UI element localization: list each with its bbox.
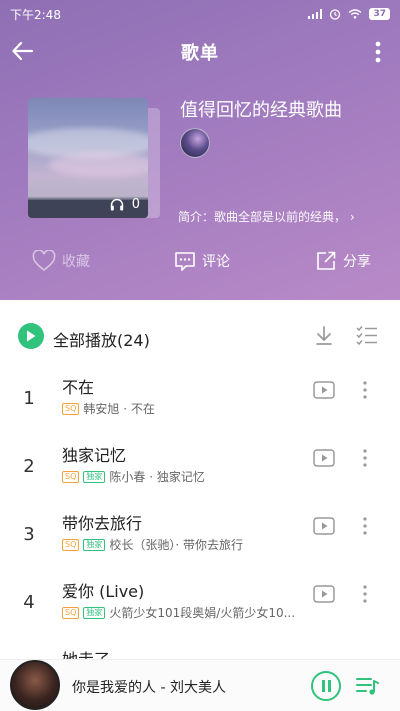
mv-play-icon[interactable] [313,584,335,604]
mv-play-icon[interactable] [313,380,335,400]
status-time: 下午2:48 [10,7,61,22]
song-title: 不在 [62,378,95,397]
share-button[interactable]: 分享 [315,250,371,272]
playlist-cover[interactable]: 0 [28,98,160,220]
playlist-queue-icon[interactable] [355,675,379,697]
mv-play-icon[interactable] [313,448,335,468]
back-arrow-icon [12,41,34,61]
song-index: 3 [23,524,35,545]
song-title: 爱你 (Live) [62,582,145,601]
sq-badge: SQ [62,402,80,415]
favorite-button[interactable]: 收藏 [32,250,90,272]
comment-icon [175,252,195,271]
song-row[interactable]: 3 带你去旅行 SQ 独家 校长（张驰）· 带你去旅行 [0,502,400,570]
action-row: 收藏 评论 分享 [0,250,400,278]
song-title: 独家记忆 [62,446,127,465]
more-vertical-icon[interactable] [358,448,372,468]
now-playing-cover[interactable] [10,660,60,710]
now-playing-title[interactable]: 你是我爱的人 - 刘大美人 [72,677,226,697]
download-icon[interactable] [313,324,335,346]
more-vertical-icon[interactable] [358,516,372,536]
comment-button[interactable]: 评论 [174,250,230,272]
favorite-label: 收藏 [62,254,90,270]
mini-player[interactable]: 你是我爱的人 - 刘大美人 [0,659,400,711]
heart-icon [32,250,56,272]
playlist-intro[interactable]: 简介：歌曲全部是以前的经典， › [178,208,355,225]
song-title: 带你去旅行 [62,514,143,533]
more-vertical-icon [375,41,381,63]
more-options-button[interactable] [368,38,388,66]
chevron-right-icon: › [350,210,355,224]
song-meta: 陈小春 · 独家记忆 [109,470,205,484]
pause-icon [321,680,325,692]
play-icon [27,330,36,342]
wifi-icon [349,9,362,19]
playlist-header: 下午2:48 37 歌单 0 值得回忆的经典歌曲 简介：歌曲全部是以前的经典， … [0,0,400,300]
share-label: 分享 [343,254,371,270]
exclusive-badge: 独家 [83,470,106,483]
headphones-icon [110,198,123,211]
more-vertical-icon[interactable] [358,584,372,604]
mv-play-icon[interactable] [313,516,335,536]
play-count: 0 [110,197,140,212]
song-row[interactable]: 1 不在 SQ 韩安旭 · 不在 [0,366,400,434]
cover-image: 0 [28,98,148,218]
song-list-panel: 全部播放(24) 1 不在 SQ 韩安旭 · 不在 2 独家记忆 SQ 独家 陈… [0,300,400,711]
intro-text: 简介：歌曲全部是以前的经典， [178,210,347,224]
playlist-name: 值得回忆的经典歌曲 [180,100,342,121]
share-icon [317,251,336,270]
song-meta: 火箭少女101段奥娟/火箭少女10... [109,606,296,620]
song-row[interactable]: 2 独家记忆 SQ 独家 陈小春 · 独家记忆 [0,434,400,502]
pause-button[interactable] [311,671,341,701]
song-index: 1 [23,388,35,409]
play-all-button[interactable] [18,323,44,349]
song-meta: 校长（张驰）· 带你去旅行 [109,538,244,552]
comment-label: 评论 [202,254,230,270]
song-row[interactable]: 4 爱你 (Live) SQ 独家 火箭少女101段奥娟/火箭少女10... [0,570,400,638]
exclusive-badge: 独家 [83,606,106,619]
play-all-row: 全部播放(24) [0,300,400,356]
battery-icon: 37 [369,8,390,20]
back-button[interactable] [10,38,40,66]
creator-avatar[interactable] [180,128,210,158]
status-bar: 下午2:48 37 [0,0,400,28]
song-meta: 韩安旭 · 不在 [83,402,155,416]
exclusive-badge: 独家 [83,538,106,551]
page-title: 歌单 [181,43,219,64]
alarm-icon [330,9,341,20]
sq-badge: SQ [62,606,80,619]
sq-badge: SQ [62,470,80,483]
play-all-label[interactable]: 全部播放(24) [53,327,150,351]
more-vertical-icon[interactable] [358,380,372,400]
signal-icon [308,9,323,19]
play-count-value: 0 [131,197,140,212]
song-index: 4 [23,592,35,613]
song-index: 2 [23,456,35,477]
sq-badge: SQ [62,538,80,551]
title-bar: 歌单 [0,32,400,72]
multi-select-icon[interactable] [356,325,378,345]
